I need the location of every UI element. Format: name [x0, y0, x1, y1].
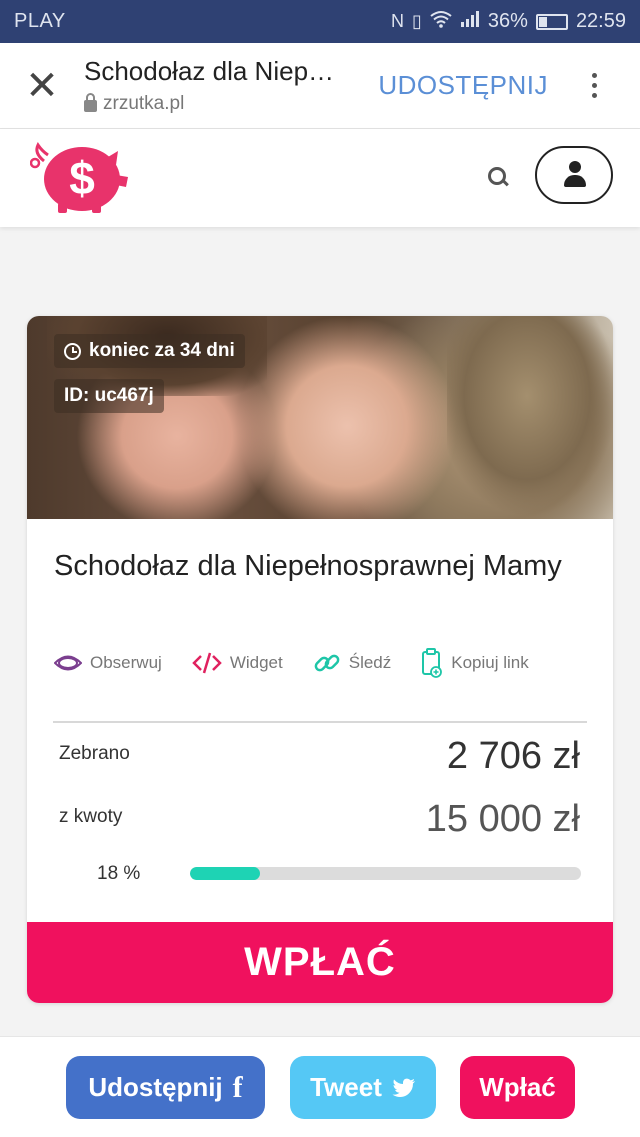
widget-action[interactable]: Widget	[192, 652, 283, 674]
divider	[53, 721, 587, 723]
campaign-actions: Obserwuj Widget Śledź Kopiuj link	[54, 648, 594, 678]
close-icon[interactable]: ✕	[0, 66, 84, 106]
status-icons: N ▯ 36% 22:59	[391, 10, 626, 33]
signal-icon	[460, 10, 480, 33]
track-action[interactable]: Śledź	[313, 649, 392, 677]
copy-link-action[interactable]: Kopiuj link	[421, 648, 529, 678]
share-bar: Udostępnij f Tweet Wpłać	[0, 1036, 640, 1137]
nfc-icon: N	[391, 11, 404, 31]
battery-icon	[535, 13, 568, 30]
tab-titles: Schodołaz dla Niepełnosprawnej Mamy zrzu…	[84, 56, 378, 115]
page-url: zrzutka.pl	[84, 93, 378, 115]
search-icon[interactable]	[486, 165, 510, 189]
progress-percent: 18 %	[97, 863, 141, 884]
campaign-photo[interactable]: koniec za 34 dni ID: uc467j	[27, 316, 613, 519]
twitter-bird-icon	[392, 1078, 415, 1097]
goal-label: z kwoty	[59, 806, 123, 827]
svg-text:$: $	[69, 152, 95, 204]
copy-link-label: Kopiuj link	[451, 653, 529, 672]
widget-label: Widget	[229, 653, 283, 672]
clock-time: 22:59	[575, 10, 626, 32]
clipboard-icon	[422, 648, 443, 678]
campaign-title: Schodołaz dla Niepełnosprawnej Mamy	[54, 550, 562, 582]
collected-amount: 2 706 zł	[446, 735, 580, 777]
donate-button[interactable]: WPŁAĆ	[27, 922, 613, 1003]
end-date-text: koniec za 34 dni	[89, 340, 235, 361]
tweet-label: Tweet	[310, 1072, 382, 1102]
custom-tab-bar: ✕ Schodołaz dla Niepełnosprawnej Mamy zr…	[0, 43, 640, 129]
facebook-icon: f	[232, 1070, 243, 1104]
battery-level	[538, 16, 548, 27]
campaign-id-text: ID: uc467j	[64, 385, 154, 406]
lock-icon	[84, 93, 97, 112]
follow-label: Obserwuj	[90, 653, 162, 672]
url-text: zrzutka.pl	[103, 93, 185, 114]
status-bar: PLAY N ▯ 36% 22:59	[0, 0, 640, 43]
wifi-icon	[430, 10, 452, 33]
link-icon	[314, 654, 340, 672]
campaign-id-badge: ID: uc467j	[54, 379, 164, 413]
zrzutka-logo[interactable]: $	[29, 139, 130, 215]
user-icon	[569, 161, 581, 173]
page-title: Schodołaz dla Niepełnosprawnej Mamy	[84, 56, 344, 86]
follow-action[interactable]: Obserwuj	[54, 653, 162, 673]
battery-percent: 36%	[487, 10, 528, 32]
collected-label: Zebrano	[59, 743, 130, 764]
eye-icon	[54, 655, 82, 671]
progress-bar	[190, 867, 581, 880]
end-date-badge: koniec za 34 dni	[54, 334, 245, 368]
carrier-name: PLAY	[14, 10, 66, 32]
clock-icon	[64, 342, 81, 360]
share-button[interactable]: UDOSTĘPNIJ	[378, 70, 548, 101]
goal-amount: 15 000 zł	[425, 798, 580, 840]
facebook-share-label: Udostępnij	[88, 1072, 223, 1102]
tweet-button[interactable]: Tweet	[290, 1056, 436, 1119]
more-options-icon[interactable]	[582, 73, 606, 98]
track-label: Śledź	[348, 653, 392, 672]
vibrate-icon: ▯	[412, 11, 422, 31]
campaign-card: koniec za 34 dni ID: uc467j Schodołaz dl…	[27, 316, 613, 1003]
facebook-share-button[interactable]: Udostępnij f	[66, 1056, 265, 1119]
user-account-button[interactable]	[535, 146, 613, 204]
donate-share-button[interactable]: Wpłać	[460, 1056, 575, 1119]
site-header: $	[0, 129, 640, 227]
progress-fill	[190, 867, 261, 880]
code-icon	[192, 652, 222, 674]
